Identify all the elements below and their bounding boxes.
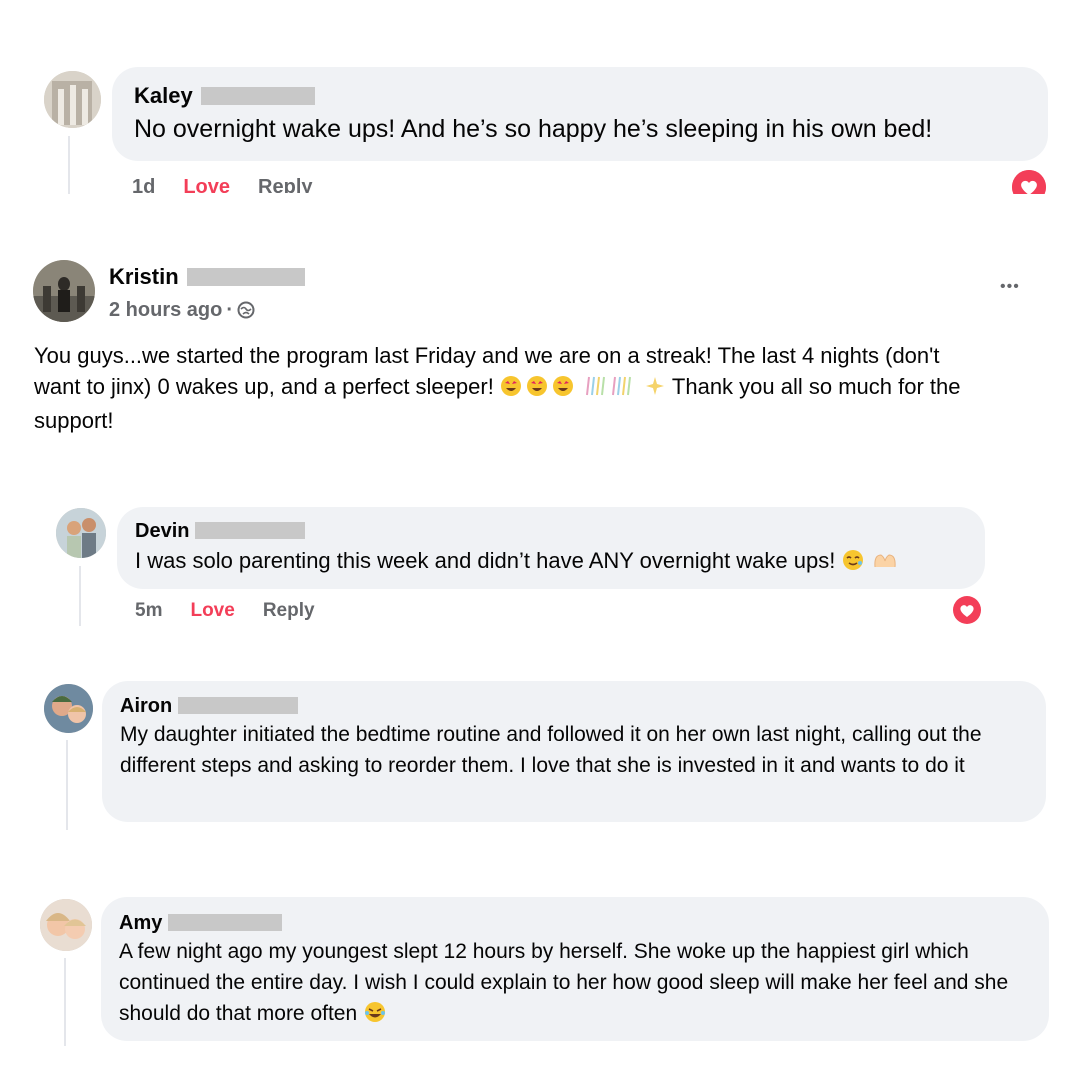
post-text-line: support! [34,408,114,433]
thread-line [66,740,68,830]
comment-author[interactable]: Amy [119,911,162,935]
comment-text-segment: I was solo parenting this week and didn’… [135,547,836,573]
post-text-segment: want to jinx) 0 wakes up, and a perfect … [34,374,494,399]
post-meta: 2 hours ago · [109,298,255,322]
post-text: You guys...we started the program last F… [34,340,1054,436]
reply-button[interactable]: Reply [263,600,315,621]
comment-actions: 1d Love Reply [132,175,341,193]
party-emoji [584,374,638,405]
love-button[interactable]: Love [183,176,230,193]
separator: · [226,299,234,321]
avatar[interactable] [33,260,95,322]
thread-line [79,566,81,626]
post-author[interactable]: Kristin [109,263,179,291]
avatar[interactable] [40,899,92,951]
comment-actions: 5m Love Reply [135,600,343,622]
avatar[interactable] [56,508,106,558]
post-text-segment: Thank you all so much for the [671,374,961,399]
avatar[interactable] [44,71,101,128]
post-timestamp[interactable]: 2 hours ago [109,299,222,321]
comment-bubble: Devin I was solo parenting this week and… [117,507,985,589]
comment-text-segment: A few night ago my youngest slept 12 hou… [119,939,1009,1025]
post-text-line: You guys...we started the program last F… [34,343,940,368]
redacted-surname [186,268,305,287]
redacted-surname [195,522,306,540]
comment-text: A few night ago my youngest slept 12 hou… [119,936,1034,1032]
sparkles-emoji [644,374,666,405]
heart-icon[interactable] [1012,170,1046,194]
redacted-surname [177,697,298,715]
comment-bubble: Airon My daughter initiated the bedtime … [102,681,1046,822]
heart-icon[interactable] [953,596,981,624]
comment-text: I was solo parenting this week and didn’… [135,545,985,580]
redacted-surname [167,914,282,932]
comment-text: My daughter initiated the bedtime routin… [120,722,982,777]
heart-hands-emoji [872,548,898,580]
globe-icon [237,301,255,319]
comment-author[interactable]: Devin [135,519,189,543]
thread-line [64,958,66,1046]
smiling-tear-emoji [841,548,865,580]
comment-bubble: Kaley No overnight wake ups! And he’s so… [112,67,1048,161]
redacted-surname [200,87,315,106]
comment-author[interactable]: Kaley [134,82,193,110]
comment-timestamp[interactable]: 5m [135,600,162,621]
laughing-emoji [363,1001,387,1032]
reply-button[interactable]: Reply [258,176,312,193]
avatar[interactable] [44,684,93,733]
thread-line [68,136,70,194]
more-options-button[interactable]: ••• [1000,278,1020,296]
love-button[interactable]: Love [190,600,234,621]
comment-timestamp[interactable]: 1d [132,176,155,193]
comment-bubble: Amy A few night ago my youngest slept 12… [101,897,1049,1041]
post-text-line: want to jinx) 0 wakes up, and a perfect … [34,371,1054,405]
comment-text: No overnight wake ups! And he’s so happy… [134,115,933,144]
comment-author[interactable]: Airon [120,694,172,718]
heart-eyes-emoji [500,374,578,405]
